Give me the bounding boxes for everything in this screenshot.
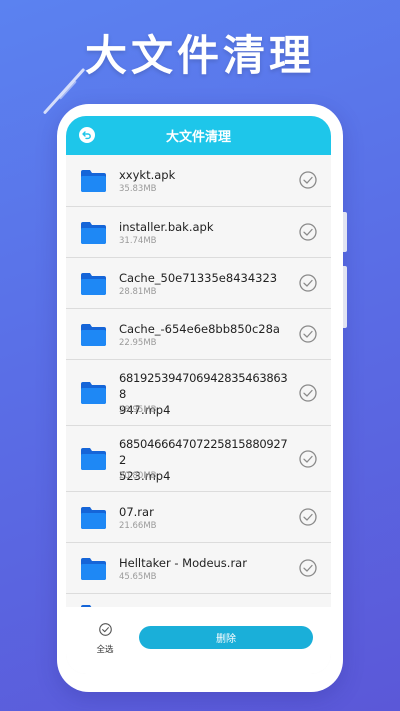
folder-icon bbox=[81, 324, 106, 346]
folder-icon bbox=[81, 222, 106, 244]
file-name: Cache_50e71335e8434323 bbox=[119, 271, 278, 285]
folder-icon bbox=[81, 382, 106, 404]
folder-icon bbox=[81, 273, 106, 295]
headline: 大文件清理 bbox=[84, 31, 315, 80]
file-row[interactable]: 07.rar 21.66MB bbox=[66, 492, 331, 543]
check-circle-icon[interactable] bbox=[299, 450, 317, 468]
phone-side-button bbox=[343, 212, 347, 252]
select-all-button[interactable]: 全选 bbox=[91, 621, 119, 655]
title-bar: 大文件清理 bbox=[66, 116, 331, 155]
check-circle-icon[interactable] bbox=[299, 559, 317, 577]
file-row-partial[interactable] bbox=[66, 594, 331, 607]
select-all-label: 全选 bbox=[96, 645, 114, 655]
file-row[interactable]: Cache_50e71335e8434323 28.81MB bbox=[66, 258, 331, 309]
file-size: 31.74MB bbox=[119, 236, 157, 246]
file-size: 22.95MB bbox=[119, 338, 157, 348]
check-circle-icon[interactable] bbox=[299, 508, 317, 526]
file-name: Cache_-654e6e8bb850c28a bbox=[119, 322, 280, 336]
file-row[interactable]: Helltaker - Modeus.rar 45.65MB bbox=[66, 543, 331, 594]
folder-icon bbox=[81, 558, 106, 580]
file-row[interactable]: Cache_-654e6e8bb850c28a 22.95MB bbox=[66, 309, 331, 360]
file-list[interactable]: xxykt.apk 35.83MB installer.bak.apk 31.7… bbox=[66, 155, 331, 607]
file-name: 07.rar bbox=[119, 505, 154, 519]
file-size: 28.95MB bbox=[119, 405, 157, 415]
screen-title: 大文件清理 bbox=[165, 130, 231, 145]
file-name: Helltaker - Modeus.rar bbox=[119, 556, 247, 570]
file-size: 45.65MB bbox=[119, 572, 157, 582]
check-circle-icon[interactable] bbox=[299, 171, 317, 189]
file-size: 20.80MB bbox=[119, 471, 157, 481]
folder-icon bbox=[81, 170, 106, 192]
file-name: installer.bak.apk bbox=[119, 220, 214, 234]
back-button[interactable] bbox=[79, 127, 95, 143]
file-size: 35.83MB bbox=[119, 184, 157, 194]
check-circle-icon[interactable] bbox=[299, 384, 317, 402]
check-circle-icon bbox=[98, 623, 112, 636]
file-name-line: 685046664707225815880927 2 bbox=[119, 437, 288, 467]
app-screen: 大文件清理 xxykt.apk 35.83MB installer.bak.ap… bbox=[66, 116, 331, 674]
delete-button[interactable]: 删除 bbox=[139, 626, 313, 649]
check-circle-icon[interactable] bbox=[299, 274, 317, 292]
file-size: 21.66MB bbox=[119, 521, 157, 531]
file-name: xxykt.apk bbox=[119, 168, 176, 182]
file-row[interactable]: xxykt.apk 35.83MB bbox=[66, 155, 331, 207]
check-circle-icon[interactable] bbox=[299, 325, 317, 343]
file-name-line: 681925394706942835463863 8 bbox=[119, 371, 288, 401]
file-row[interactable]: 685046664707225815880927 2 523.mp4 20.80… bbox=[66, 426, 331, 492]
file-row[interactable]: installer.bak.apk 31.74MB bbox=[66, 207, 331, 258]
phone-side-button bbox=[343, 266, 347, 328]
folder-icon bbox=[81, 448, 106, 470]
back-icon bbox=[82, 131, 91, 140]
bottom-bar: 全选 删除 bbox=[66, 607, 331, 674]
folder-icon bbox=[81, 507, 106, 529]
file-size: 28.81MB bbox=[119, 287, 157, 297]
file-row[interactable]: 681925394706942835463863 8 947.mp4 28.95… bbox=[66, 360, 331, 426]
check-circle-icon[interactable] bbox=[299, 223, 317, 241]
